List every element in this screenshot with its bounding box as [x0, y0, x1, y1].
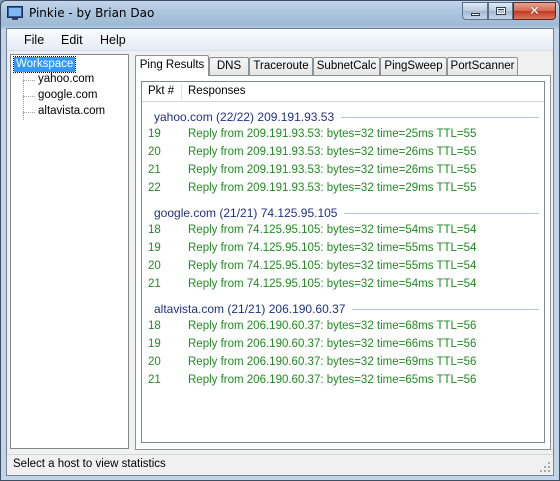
pkt-number: 21 — [148, 374, 161, 386]
pkt-number: 18 — [148, 224, 161, 236]
minimize-icon — [470, 12, 480, 16]
list-item[interactable]: 19 Reply from 209.191.93.53: bytes=32 ti… — [142, 127, 544, 145]
pkt-number: 18 — [148, 320, 161, 332]
group-header-google[interactable]: google.com (21/21) 74.125.95.105 — [154, 205, 539, 221]
status-bar: Select a host to view statistics — [7, 454, 553, 475]
pkt-number: 20 — [148, 260, 161, 272]
tree-item-label[interactable]: altavista.com — [38, 105, 105, 117]
tree-branch-line — [23, 96, 35, 97]
pkt-number: 19 — [148, 338, 161, 350]
list-item[interactable]: 22 Reply from 209.191.93.53: bytes=32 ti… — [142, 181, 544, 199]
group-title: yahoo.com (22/22) 209.191.93.53 — [154, 110, 335, 124]
list-item[interactable]: 20 Reply from 206.190.60.37: bytes=32 ti… — [142, 355, 544, 373]
response-text: Reply from 74.125.95.105: bytes=32 time=… — [188, 224, 477, 236]
tab-portscanner[interactable]: PortScanner — [447, 57, 518, 75]
pkt-number: 20 — [148, 356, 161, 368]
tab-control: Ping Results DNS Traceroute SubnetCalc P… — [135, 55, 551, 450]
response-text: Reply from 209.191.93.53: bytes=32 time=… — [188, 146, 477, 158]
status-text: Select a host to view statistics — [13, 458, 166, 470]
tree-item-label[interactable]: yahoo.com — [38, 73, 94, 85]
window-title: Pinkie - by Brian Dao — [29, 6, 155, 20]
workspace-tree[interactable]: Workspace yahoo.com google.com altavista… — [10, 54, 129, 449]
pkt-number: 21 — [148, 164, 161, 176]
list-item[interactable]: 21 Reply from 209.191.93.53: bytes=32 ti… — [142, 163, 544, 181]
pkt-number: 22 — [148, 182, 161, 194]
list-item[interactable]: 20 Reply from 209.191.93.53: bytes=32 ti… — [142, 145, 544, 163]
tab-dns[interactable]: DNS — [209, 57, 249, 75]
tab-subnetcalc[interactable]: SubnetCalc — [313, 57, 380, 75]
group-title: altavista.com (21/21) 206.190.60.37 — [154, 302, 346, 316]
maximize-button[interactable] — [488, 2, 513, 20]
group-divider — [341, 116, 539, 118]
response-text: Reply from 206.190.60.37: bytes=32 time=… — [188, 338, 477, 350]
response-text: Reply from 206.190.60.37: bytes=32 time=… — [188, 374, 477, 386]
response-text: Reply from 206.190.60.37: bytes=32 time=… — [188, 356, 477, 368]
list-item[interactable]: 18 Reply from 206.190.60.37: bytes=32 ti… — [142, 319, 544, 337]
group-divider — [344, 212, 539, 214]
group-header-yahoo[interactable]: yahoo.com (22/22) 209.191.93.53 — [154, 109, 539, 125]
response-text: Reply from 209.191.93.53: bytes=32 time=… — [188, 164, 477, 176]
list-item[interactable]: 19 Reply from 74.125.95.105: bytes=32 ti… — [142, 241, 544, 259]
title-bar[interactable]: Pinkie - by Brian Dao ✕ — [1, 1, 559, 28]
response-text: Reply from 209.191.93.53: bytes=32 time=… — [188, 182, 477, 194]
pkt-number: 21 — [148, 278, 161, 290]
group-divider — [352, 308, 539, 310]
close-icon: ✕ — [529, 3, 540, 19]
tree-root-workspace[interactable]: Workspace — [12, 56, 77, 73]
column-pkt[interactable]: Pkt # — [142, 82, 182, 101]
group-header-altavista[interactable]: altavista.com (21/21) 206.190.60.37 — [154, 301, 539, 317]
ping-results-panel: Pkt # Responses yahoo.com (22/22) 209.19… — [135, 75, 551, 450]
list-item[interactable]: 21 Reply from 74.125.95.105: bytes=32 ti… — [142, 277, 544, 295]
tree-branch-line — [23, 80, 35, 81]
group-title: google.com (21/21) 74.125.95.105 — [154, 206, 338, 220]
pkt-number: 19 — [148, 128, 161, 140]
close-button[interactable]: ✕ — [513, 2, 556, 20]
menu-help[interactable]: Help — [100, 33, 126, 47]
list-item[interactable]: 20 Reply from 74.125.95.105: bytes=32 ti… — [142, 259, 544, 277]
maximize-icon — [495, 7, 506, 15]
tree-branch-line — [23, 112, 35, 113]
monitor-icon — [7, 6, 23, 20]
list-item[interactable]: 21 Reply from 206.190.60.37: bytes=32 ti… — [142, 373, 544, 391]
tab-traceroute[interactable]: Traceroute — [249, 57, 313, 75]
tab-ping-results[interactable]: Ping Results — [135, 55, 209, 76]
response-text: Reply from 206.190.60.37: bytes=32 time=… — [188, 320, 477, 332]
minimize-button[interactable] — [462, 2, 488, 20]
menu-edit[interactable]: Edit — [61, 33, 83, 47]
tree-item-label[interactable]: google.com — [38, 89, 97, 101]
client-area: File Edit Help Workspace yahoo.com googl… — [6, 28, 554, 476]
response-text: Reply from 74.125.95.105: bytes=32 time=… — [188, 242, 477, 254]
list-item[interactable]: 18 Reply from 74.125.95.105: bytes=32 ti… — [142, 223, 544, 241]
list-item[interactable]: 19 Reply from 206.190.60.37: bytes=32 ti… — [142, 337, 544, 355]
response-text: Reply from 74.125.95.105: bytes=32 time=… — [188, 278, 477, 290]
menu-file[interactable]: File — [24, 33, 44, 47]
response-text: Reply from 209.191.93.53: bytes=32 time=… — [188, 128, 477, 140]
app-window: Pinkie - by Brian Dao ✕ File Edit Help W… — [0, 0, 560, 481]
ping-results-list[interactable]: Pkt # Responses yahoo.com (22/22) 209.19… — [141, 81, 545, 443]
resize-grip-icon[interactable] — [540, 462, 551, 473]
menu-bar: File Edit Help — [7, 29, 553, 51]
response-text: Reply from 74.125.95.105: bytes=32 time=… — [188, 260, 477, 272]
pkt-number: 20 — [148, 146, 161, 158]
list-header: Pkt # Responses — [142, 82, 544, 102]
pkt-number: 19 — [148, 242, 161, 254]
tab-pingsweep[interactable]: PingSweep — [380, 57, 447, 75]
column-responses[interactable]: Responses — [182, 82, 382, 101]
